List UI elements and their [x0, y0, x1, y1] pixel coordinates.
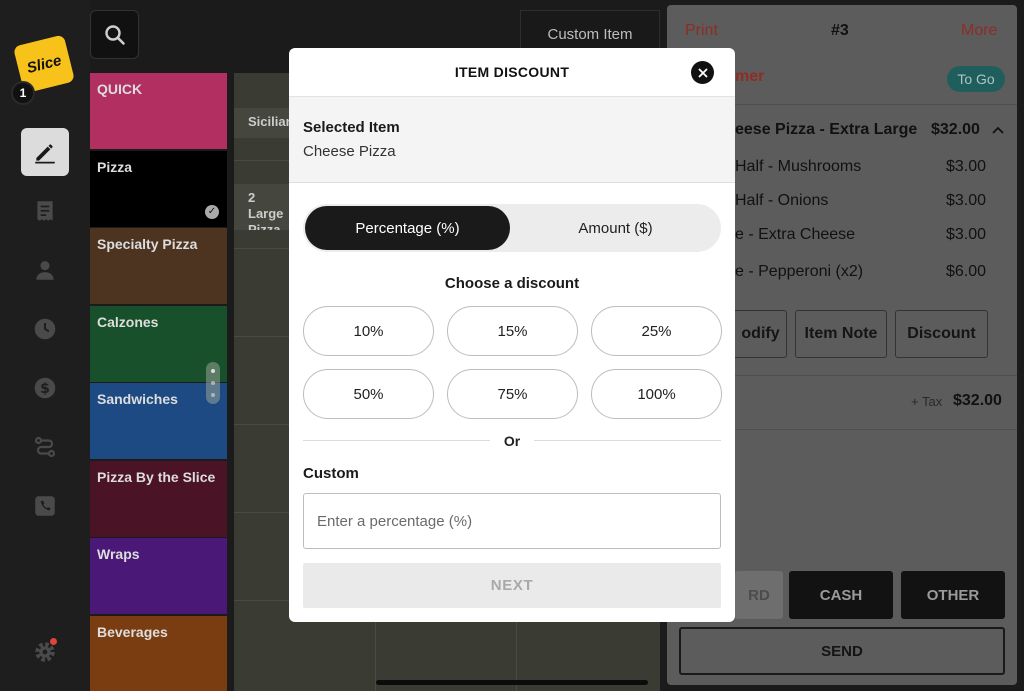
modifier-name: Half - Mushrooms [735, 158, 862, 175]
menu-item-2-large-pizza[interactable]: 2 Large Pizza S [234, 184, 290, 230]
slice-logo-text: Slice [24, 51, 64, 77]
nav-orders-button[interactable] [21, 187, 69, 235]
cash-button[interactable]: CASH [789, 571, 893, 619]
modifier-price: $6.00 [946, 263, 987, 280]
nav-rail: Slice 1 $ [0, 0, 90, 691]
category-wraps[interactable]: Wraps [90, 538, 227, 614]
chevron-up-icon[interactable] [992, 125, 1004, 135]
category-label: Specialty Pizza [97, 236, 198, 252]
phone-icon [35, 496, 55, 516]
customer-button[interactable]: mer [735, 68, 764, 86]
selected-item-label: Selected Item [303, 119, 400, 136]
category-label: QUICK [97, 81, 143, 97]
modifier-name: e - Pepperoni (x2) [735, 263, 864, 280]
nav-delivery-button[interactable] [21, 423, 69, 471]
or-separator: Or [503, 433, 521, 449]
ticket-item-name[interactable]: eese Pizza - Extra Large [735, 121, 917, 139]
search-icon [104, 24, 125, 45]
print-button[interactable]: Print [685, 22, 718, 40]
settings-alert-dot [50, 638, 57, 645]
discount-option-15[interactable]: 15% [447, 306, 578, 356]
send-button[interactable]: SEND [679, 627, 1005, 675]
order-total: $32.00 [953, 392, 1002, 409]
custom-label: Custom [303, 465, 359, 482]
menu-item-sicilian[interactable]: Sicilian [234, 108, 290, 138]
category-label: Beverages [97, 623, 168, 640]
category-label: Wraps [97, 546, 140, 562]
notification-badge: 1 [11, 81, 35, 105]
category-scroll-indicator[interactable] [206, 362, 220, 404]
search-button[interactable] [90, 10, 139, 59]
card-button[interactable]: RD [735, 571, 783, 619]
category-pizza[interactable]: Pizza ✓ [90, 150, 227, 227]
custom-percentage-input[interactable] [303, 493, 721, 549]
nav-phone-button[interactable] [21, 482, 69, 530]
category-beverages[interactable]: Beverages [90, 615, 227, 691]
svg-text:$: $ [40, 381, 50, 397]
tab-percentage[interactable]: Percentage (%) [305, 206, 510, 250]
dollar-icon: $ [34, 377, 56, 399]
category-specialty-pizza[interactable]: Specialty Pizza [90, 228, 227, 304]
modifier-price: $3.00 [946, 158, 987, 175]
clock-icon [34, 318, 56, 340]
close-icon [698, 68, 707, 77]
category-label: Sandwiches [97, 391, 178, 407]
modifier-price: $3.00 [946, 192, 987, 209]
order-type-badge[interactable]: To Go [947, 66, 1005, 92]
selected-item-value: Cheese Pizza [303, 143, 396, 160]
nav-settings-button[interactable] [21, 628, 69, 676]
category-label: Pizza [97, 158, 133, 175]
receipt-icon [37, 201, 53, 221]
check-icon: ✓ [205, 204, 219, 219]
choose-discount-label: Choose a discount [444, 275, 580, 292]
discount-option-25[interactable]: 25% [591, 306, 722, 356]
discount-option-100[interactable]: 100% [591, 369, 722, 419]
modal-title: ITEM DISCOUNT [454, 64, 570, 80]
selected-item-section: Selected Item Cheese Pizza [289, 97, 735, 183]
item-note-button[interactable]: Item Note [795, 310, 887, 358]
ticket-item-price: $32.00 [931, 121, 980, 138]
nav-history-button[interactable] [21, 305, 69, 353]
other-payment-button[interactable]: OTHER [901, 571, 1005, 619]
tab-amount[interactable]: Amount ($) [512, 206, 719, 250]
route-icon [34, 436, 56, 458]
close-button[interactable] [691, 61, 714, 84]
next-button[interactable]: NEXT [303, 563, 721, 608]
modify-button[interactable]: odify [735, 310, 787, 358]
discount-type-toggle: Percentage (%) Amount ($) [303, 204, 721, 252]
more-button[interactable]: More [961, 22, 997, 40]
category-label: Calzones [97, 313, 159, 330]
edit-icon [35, 144, 55, 164]
discount-option-75[interactable]: 75% [447, 369, 578, 419]
tax-label: + Tax [911, 394, 943, 409]
discount-option-10[interactable]: 10% [303, 306, 434, 356]
order-number: #3 [831, 22, 849, 39]
discount-button[interactable]: Discount [895, 310, 988, 358]
nav-payments-button[interactable]: $ [21, 364, 69, 412]
home-indicator [376, 680, 648, 685]
nav-order-button[interactable] [21, 128, 69, 176]
modifier-name: e - Extra Cheese [735, 226, 856, 243]
person-icon [36, 261, 54, 280]
discount-option-50[interactable]: 50% [303, 369, 434, 419]
item-discount-modal: ITEM DISCOUNT Selected Item Cheese Pizza… [289, 48, 735, 622]
category-quick[interactable]: QUICK [90, 73, 227, 149]
modifier-name: Half - Onions [735, 192, 829, 209]
category-label: Pizza By the Slice [97, 468, 216, 485]
category-pizza-by-the-slice[interactable]: Pizza By the Slice [90, 460, 227, 537]
nav-customers-button[interactable] [21, 246, 69, 294]
modifier-price: $3.00 [946, 226, 987, 243]
